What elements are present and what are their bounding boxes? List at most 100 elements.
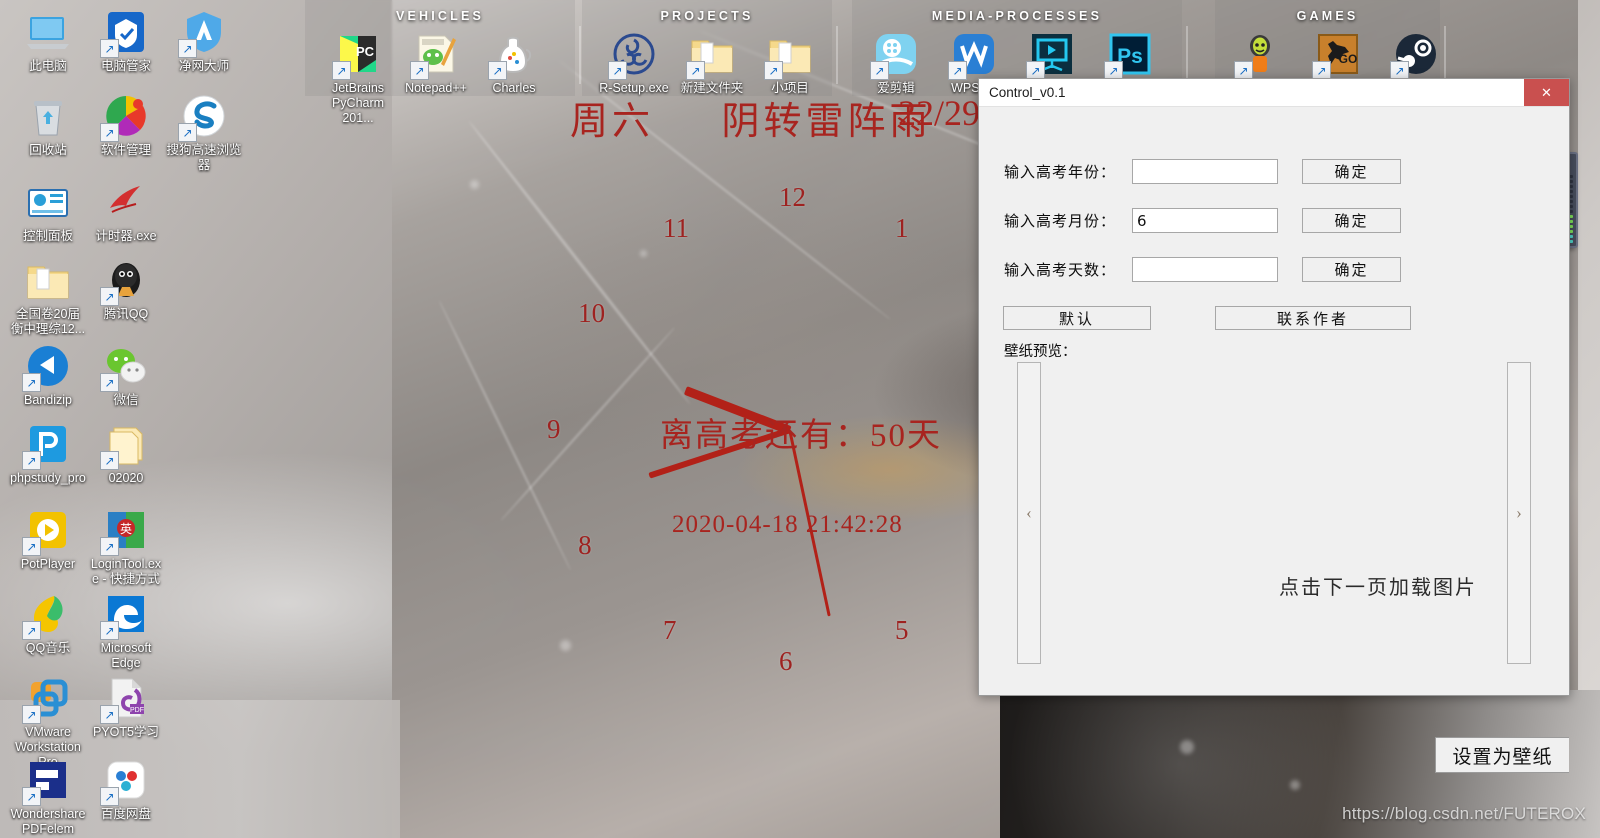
photoshop-icon: Ps ↗ (1104, 30, 1154, 80)
days-input[interactable] (1132, 257, 1278, 282)
desktop-icon-10[interactable]: ↗ 腾讯QQ (88, 256, 164, 322)
desktop-icon-21[interactable]: ↗ Wondershare PDFelem (10, 756, 86, 837)
shortcut-arrow-icon: ↗ (332, 61, 351, 80)
software-manager-icon: ↗ (100, 92, 150, 142)
wallpaper-datetime-text: 2020-04-18 21:42:28 (672, 511, 903, 538)
fence-icon-2-2[interactable]: ↗ 新建文件夹 (674, 30, 750, 96)
aijianji-icon: ↗ (870, 30, 920, 80)
desktop-icon-17[interactable]: ↗ QQ音乐 (10, 590, 86, 656)
desktop-icon-label: PYOT5学习 (93, 725, 159, 739)
recycle-bin-icon (24, 92, 72, 140)
shortcut-arrow-icon: ↗ (100, 451, 119, 470)
next-page-button[interactable]: › (1507, 362, 1531, 664)
baidu-netdisk-icon: ↗ (100, 756, 150, 806)
desktop-icon-16[interactable]: 英 ↗ LoginTool.exe - 快捷方式 (88, 506, 164, 587)
confirm-month-button[interactable]: 确定 (1302, 208, 1401, 233)
month-label: 输入高考月份： (1004, 212, 1117, 230)
weather-day: 周六 (570, 101, 655, 143)
desktop-icon-label: Microsoft Edge (100, 641, 152, 670)
desktop-icon-9[interactable]: 全国卷20届衡中理综12... (10, 256, 86, 337)
fence-icon-2-3[interactable]: ↗ 小项目 (752, 30, 828, 96)
month-input[interactable] (1132, 208, 1278, 233)
desktop-icon-label: 百度网盘 (100, 807, 151, 821)
year-label: 输入高考年份： (1004, 163, 1117, 181)
fence-icon-label: 小项目 (771, 81, 809, 95)
prev-page-button[interactable]: ‹ (1017, 362, 1041, 664)
svg-text:PDF: PDF (130, 707, 144, 714)
preview-placeholder-message: 点击下一页加载图片 (1279, 577, 1477, 599)
desktop-icon-7[interactable]: 控制面板 (10, 178, 86, 244)
desktop-icon-label: phpstudy_pro (10, 471, 86, 485)
desktop-icon-8[interactable]: 计时器.exe (88, 178, 164, 244)
contact-author-button[interactable]: 联系作者 (1215, 306, 1411, 330)
confirm-days-button[interactable]: 确定 (1302, 257, 1401, 282)
potplayer-icon: ↗ (22, 506, 72, 556)
desktop-icon-15[interactable]: ↗ PotPlayer (10, 506, 86, 572)
desktop-icon-3[interactable]: ↗ 净网大师 (166, 8, 242, 74)
shortcut-arrow-icon: ↗ (178, 123, 197, 142)
fence-icon-3-4[interactable]: Ps ↗ (1092, 30, 1168, 81)
fence-title-games: GAMES (1296, 9, 1359, 23)
desktop-icon-label: 搜狗高速浏览器 (166, 143, 242, 172)
shortcut-arrow-icon: ↗ (100, 787, 119, 806)
desktop-icon-label: 净网大师 (178, 59, 229, 73)
fence-icon-1-3[interactable]: ↗ Charles (476, 30, 552, 96)
fence-icon-1-1[interactable]: PC ↗ JetBrains PyCharm 201... (320, 30, 396, 126)
confirm-year-button[interactable]: 确定 (1302, 159, 1401, 184)
desktop-icon-5[interactable]: ↗ 软件管理 (88, 92, 164, 158)
set-as-wallpaper-button[interactable]: 设置为壁纸 (1435, 737, 1569, 773)
fence-icon-label: Notepad++ (405, 81, 467, 95)
wallpaper-weather-text: 周六 阴转雷阵雨 (570, 90, 932, 145)
control-dialog-window[interactable]: Control_v0.1 ✕ 输入高考年份： 确定 输入高考月份： 确定 输入高… (978, 78, 1570, 773)
wallpaper-preview-label: 壁纸预览： (1004, 344, 1077, 360)
shortcut-arrow-icon: ↗ (948, 61, 967, 80)
fence-icon-3-1[interactable]: ↗ 爱剪辑 (858, 30, 934, 96)
fence-separator (579, 26, 581, 84)
desktop-icon-14[interactable]: ↗ 02020 (88, 420, 164, 486)
desktop-icon-18[interactable]: ↗ Microsoft Edge (88, 590, 164, 671)
svg-text:PC: PC (356, 44, 375, 59)
desktop-icon-6[interactable]: ↗ 搜狗高速浏览器 (166, 92, 242, 173)
desktop-icon-4[interactable]: 回收站 (10, 92, 86, 158)
shortcut-arrow-icon: ↗ (686, 61, 705, 80)
desktop-icon-label: 回收站 (29, 143, 67, 157)
csgo-icon: GO ↗ (1312, 30, 1362, 80)
form-row-days: 输入高考天数： 确定 (1004, 257, 1401, 282)
fence-icon-label: JetBrains PyCharm 201... (331, 81, 385, 125)
fence-icon-4-1[interactable]: ↗ (1222, 30, 1298, 81)
dialog-titlebar[interactable]: Control_v0.1 ✕ (979, 79, 1569, 107)
qqmusic-icon: ↗ (22, 590, 72, 640)
folder-stack-icon: ↗ (100, 420, 150, 470)
desktop-icon-2[interactable]: ↗ 电脑管家 (88, 8, 164, 74)
bandizip-icon: ↗ (22, 342, 72, 392)
fence-icon-3-3[interactable]: ↗ (1014, 30, 1090, 81)
year-input[interactable] (1132, 159, 1278, 184)
desktop-icon-12[interactable]: ↗ 微信 (88, 342, 164, 408)
edge-icon: ↗ (100, 590, 150, 640)
desktop-icon-1[interactable]: 此电脑 (10, 8, 86, 74)
vmware-icon: ↗ (22, 674, 72, 724)
default-button[interactable]: 默认 (1003, 306, 1151, 330)
form-row-month: 输入高考月份： 确定 (1004, 208, 1401, 233)
desktop-icon-20[interactable]: PDF ↗ PYOT5学习 (88, 674, 164, 740)
fence-icon-4-2[interactable]: GO ↗ (1300, 30, 1376, 81)
fence-icon-label: 新建文件夹 (680, 81, 744, 95)
desktop-icon-label: 微信 (113, 393, 139, 407)
desktop-icon-11[interactable]: ↗ Bandizip (10, 342, 86, 408)
shortcut-arrow-icon: ↗ (100, 39, 119, 58)
desktop-icon-22[interactable]: ↗ 百度网盘 (88, 756, 164, 822)
fence-icon-2-1[interactable]: ↗ R-Setup.exe (596, 30, 672, 96)
wps-icon: ↗ (948, 30, 998, 80)
desktop-icon-label: Bandizip (24, 393, 72, 407)
r-setup-icon: ↗ (608, 30, 658, 80)
fence-icon-4-3[interactable]: ↗ (1378, 30, 1454, 81)
folder-icon: ↗ (686, 30, 736, 80)
shortcut-arrow-icon: ↗ (22, 537, 41, 556)
shortcut-arrow-icon: ↗ (22, 451, 41, 470)
svg-text:英: 英 (120, 522, 132, 536)
shortcut-arrow-icon: ↗ (22, 373, 41, 392)
fence-icon-1-2[interactable]: ↗ Notepad++ (398, 30, 474, 96)
close-icon[interactable]: ✕ (1524, 79, 1569, 106)
shortcut-arrow-icon: ↗ (22, 787, 41, 806)
desktop-icon-13[interactable]: ↗ phpstudy_pro (10, 420, 86, 486)
